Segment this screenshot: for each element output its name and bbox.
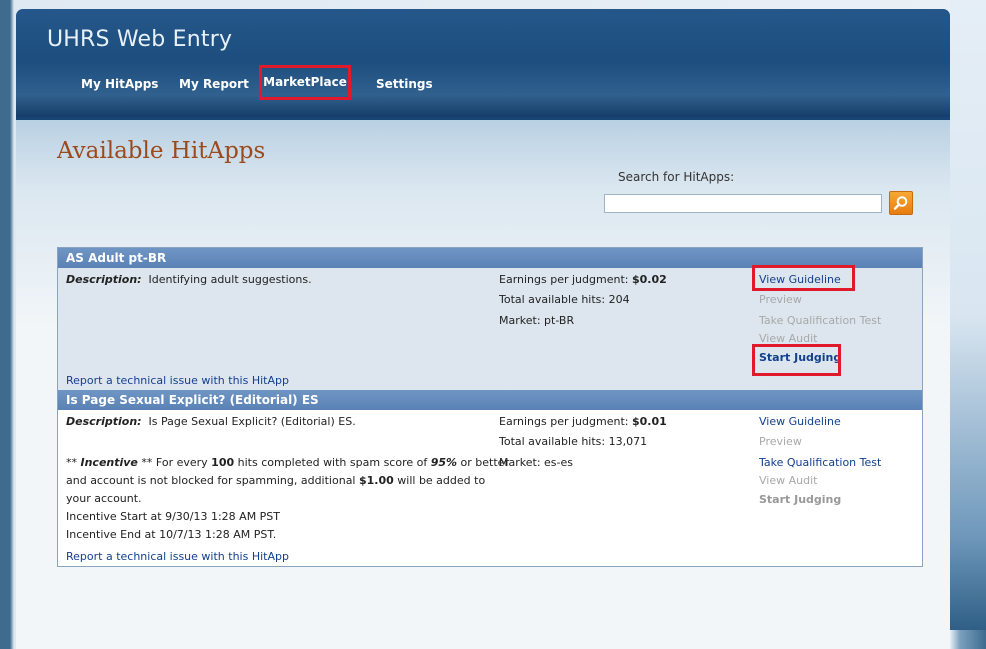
search-icon [893,196,908,210]
total-hits: Total available hits: 204 [499,293,630,306]
market-label: Market: [499,314,541,327]
incentive-text: hits completed with spam score of [234,456,431,469]
hitapp-header: Is Page Sexual Explicit? (Editorial) ES [58,390,922,410]
market: Market: pt-BR [499,314,574,327]
hitapp-table: AS Adult pt-BR Description: Identifying … [57,247,923,567]
description-label: Description: [66,415,142,428]
report-issue-link[interactable]: Report a technical issue with this HitAp… [66,550,289,563]
incentive-prefix: ** [66,456,81,469]
report-issue-link[interactable]: Report a technical issue with this HitAp… [66,374,289,387]
hits-value: 13,071 [608,435,648,448]
preview-link: Preview [759,293,802,306]
page-title: Available HitApps [57,138,266,164]
header: UHRS Web Entry My HitApps My Report Mark… [16,9,950,120]
incentive-label: Incentive [80,456,138,469]
description-text: Is Page Sexual Explicit? (Editorial) ES. [148,415,356,428]
nav-my-hitapps[interactable]: My HitApps [81,77,158,91]
description-label: Description: [66,273,142,286]
preview-link: Preview [759,435,802,448]
incentive-start: Incentive Start at 9/30/13 1:28 AM PST [66,510,281,523]
market-value: es-es [544,456,573,469]
hits-label: Total available hits: [499,435,606,448]
earnings-label: Earnings per judgment: [499,273,629,286]
total-hits: Total available hits: 13,071 [499,435,647,448]
earnings-label: Earnings per judgment: [499,415,629,428]
incentive-text: and account is not blocked for spamming,… [66,474,359,487]
search-button[interactable] [889,191,913,215]
search-input[interactable] [604,194,882,213]
incentive-line-2: and account is not blocked for spamming,… [66,474,485,487]
incentive-text: For every [152,456,212,469]
app-title: UHRS Web Entry [47,27,233,52]
market-value: pt-BR [544,314,575,327]
hitapp-row: Description: Is Page Sexual Explicit? (E… [58,410,922,566]
hits-value: 204 [608,293,630,306]
app-window: UHRS Web Entry My HitApps My Report Mark… [16,9,950,649]
earnings-value: $0.01 [631,415,667,428]
incentive-line-3: your account. [66,492,142,505]
incentive-suffix: ** [137,456,153,469]
start-judging-button: Start Judging [759,493,842,506]
description: Description: Identifying adult suggestio… [66,273,312,286]
market: Market: es-es [499,456,573,469]
view-guideline-link[interactable]: View Guideline [759,415,841,428]
description: Description: Is Page Sexual Explicit? (E… [66,415,356,428]
hitapp-row: Description: Identifying adult suggestio… [58,265,922,390]
market-label: Market: [499,456,541,469]
nav-settings[interactable]: Settings [376,77,433,91]
window-background [950,0,986,630]
incentive-amount: $1.00 [358,474,394,487]
take-qualification-link[interactable]: Take Qualification Test [759,456,881,469]
highlight-box [752,265,855,291]
search-label: Search for HitApps: [618,170,735,184]
view-audit-link: View Audit [759,474,818,487]
incentive-end: Incentive End at 10/7/13 1:28 AM PST. [66,528,277,541]
highlight-box [752,344,841,376]
description-text: Identifying adult suggestions. [148,273,312,286]
incentive-text: will be added to [393,474,486,487]
earnings: Earnings per judgment: $0.01 [499,415,667,428]
incentive-line-1: ** Incentive ** For every 100 hits compl… [66,456,509,469]
take-qualification-link: Take Qualification Test [759,314,882,327]
nav-marketplace[interactable]: MarketPlace [259,65,351,100]
earnings-value: $0.02 [631,273,667,286]
nav-my-report[interactable]: My Report [179,77,249,91]
hits-label: Total available hits: [499,293,606,306]
earnings: Earnings per judgment: $0.02 [499,273,667,286]
incentive-score: 95% [430,456,458,469]
incentive-hits: 100 [211,456,235,469]
